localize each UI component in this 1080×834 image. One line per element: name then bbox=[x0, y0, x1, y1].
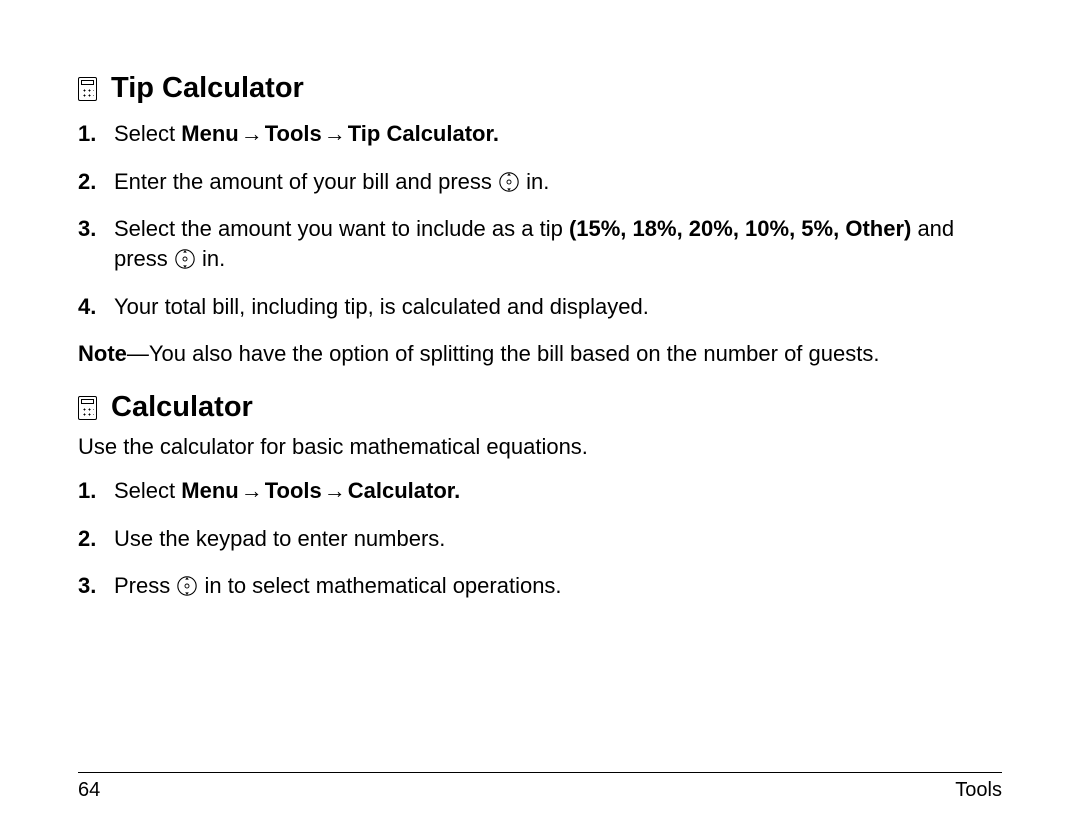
arrow-icon: → bbox=[322, 119, 348, 149]
page-footer: 64 Tools bbox=[78, 772, 1002, 802]
list-item: 1. Select Menu→Tools→Calculator. bbox=[78, 476, 1002, 506]
heading-text: Tip Calculator bbox=[111, 72, 304, 105]
nav-key-icon bbox=[176, 575, 198, 597]
list-item: 3. Press in to select mathematical opera… bbox=[78, 571, 1002, 601]
calculator-icon bbox=[78, 77, 97, 101]
step-number: 3. bbox=[78, 214, 114, 244]
step-text: Enter the amount of your bill and press … bbox=[114, 167, 1002, 197]
step-text: Your total bill, including tip, is calcu… bbox=[114, 292, 1002, 322]
step-number: 1. bbox=[78, 476, 114, 506]
arrow-icon: → bbox=[239, 119, 265, 149]
step-number: 4. bbox=[78, 292, 114, 322]
footer-section: Tools bbox=[955, 779, 1002, 802]
heading-text: Calculator bbox=[111, 391, 253, 424]
list-item: 2. Enter the amount of your bill and pre… bbox=[78, 167, 1002, 197]
list-item: 2. Use the keypad to enter numbers. bbox=[78, 524, 1002, 554]
note-label: Note bbox=[78, 341, 127, 366]
menu-path: Menu→Tools→Calculator. bbox=[181, 478, 460, 503]
arrow-icon: → bbox=[239, 476, 265, 506]
tip-note: Note—You also have the option of splitti… bbox=[78, 339, 1002, 369]
tip-options: (15%, 18%, 20%, 10%, 5%, Other) bbox=[569, 216, 911, 241]
heading-tip-calculator: Tip Calculator bbox=[78, 72, 1002, 105]
calculator-icon bbox=[78, 396, 97, 420]
nav-key-icon bbox=[174, 248, 196, 270]
heading-calculator: Calculator bbox=[78, 391, 1002, 424]
list-item: 4. Your total bill, including tip, is ca… bbox=[78, 292, 1002, 322]
list-item: 3. Select the amount you want to include… bbox=[78, 214, 1002, 273]
manual-page: Tip Calculator 1. Select Menu→Tools→Tip … bbox=[0, 0, 1080, 834]
calc-steps-list: 1. Select Menu→Tools→Calculator. 2. Use … bbox=[78, 476, 1002, 601]
step-text: Select Menu→Tools→Tip Calculator. bbox=[114, 119, 1002, 149]
arrow-icon: → bbox=[322, 476, 348, 506]
step-number: 2. bbox=[78, 167, 114, 197]
tip-steps-list: 1. Select Menu→Tools→Tip Calculator. 2. … bbox=[78, 119, 1002, 321]
page-number: 64 bbox=[78, 779, 100, 802]
note-text: —You also have the option of splitting t… bbox=[127, 341, 880, 366]
step-text: Select Menu→Tools→Calculator. bbox=[114, 476, 1002, 506]
nav-key-icon bbox=[498, 171, 520, 193]
step-text: Press in to select mathematical operatio… bbox=[114, 571, 1002, 601]
step-number: 1. bbox=[78, 119, 114, 149]
calculator-intro: Use the calculator for basic mathematica… bbox=[78, 432, 1002, 462]
step-number: 2. bbox=[78, 524, 114, 554]
step-text: Select the amount you want to include as… bbox=[114, 214, 1002, 273]
step-text: Use the keypad to enter numbers. bbox=[114, 524, 1002, 554]
step-number: 3. bbox=[78, 571, 114, 601]
menu-path: Menu→Tools→Tip Calculator. bbox=[181, 121, 499, 146]
list-item: 1. Select Menu→Tools→Tip Calculator. bbox=[78, 119, 1002, 149]
